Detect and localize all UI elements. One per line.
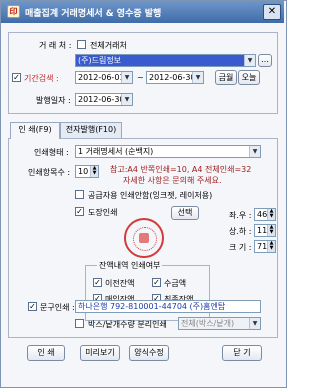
print-button[interactable]: 인 쇄 bbox=[27, 345, 65, 361]
phrase-checkbox[interactable]: ✓ bbox=[28, 302, 37, 311]
copies-field[interactable]: 10 ▲ ▼ bbox=[75, 165, 99, 178]
copies-note-line2: 자세한 사항은 문의해 주세요. bbox=[123, 176, 222, 185]
period-tilde: ~ bbox=[137, 73, 144, 82]
supplier-option-checkbox[interactable] bbox=[75, 190, 84, 199]
phrase-field[interactable]: 하나은행 792-810001-44704 (주)홈엔탑 bbox=[75, 300, 261, 313]
stamp-seal-icon bbox=[139, 233, 149, 243]
phrase-label: 문구인쇄 : bbox=[40, 303, 75, 312]
issue-date-label: 발행일자 : bbox=[36, 96, 71, 105]
close-button[interactable]: 닫 기 bbox=[222, 345, 262, 361]
chevron-down-icon[interactable]: ▼ bbox=[244, 55, 255, 66]
chevron-down-icon[interactable]: ▼ bbox=[121, 72, 132, 83]
copies-note-line1: 참고:A4 반쪽인쇄=10, A4 전체인쇄=32 bbox=[110, 165, 252, 174]
stamp-ud-label: 상.하 : bbox=[229, 227, 252, 236]
supplier-option-label: 공급자용 인쇄안함(잉크젯, 레이저용) bbox=[88, 191, 213, 200]
copies-value: 10 bbox=[78, 167, 89, 176]
period-start-value: 2012-06-01 bbox=[78, 73, 125, 82]
spinner-icon[interactable]: ▲ ▼ bbox=[267, 225, 275, 236]
stamp-size-label: 크 기 : bbox=[229, 243, 252, 252]
issue-date-value: 2012-06-30 bbox=[78, 95, 125, 104]
customer-value: (주)드림정보 bbox=[78, 56, 122, 65]
tab-electronic[interactable]: 전자발행(F10) bbox=[60, 122, 122, 138]
print-form-value: 1 거래명세서 (순백지) bbox=[78, 147, 154, 156]
form-edit-button[interactable]: 양식수정 bbox=[129, 345, 169, 361]
preview-button[interactable]: 미리보기 bbox=[80, 345, 120, 361]
app-icon: 印 bbox=[7, 5, 20, 18]
copies-label: 인쇄항목수 : bbox=[28, 168, 71, 177]
box-option-label: 박스/낱개수량 분리인쇄 bbox=[88, 320, 167, 329]
chevron-down-icon[interactable]: ▼ bbox=[249, 146, 260, 157]
balance-collected-label: 수금액 bbox=[164, 279, 187, 288]
print-form-select[interactable]: 1 거래명세서 (순백지) ▼ bbox=[75, 145, 261, 158]
stamp-lr-field[interactable]: 461 ▲ ▼ bbox=[254, 208, 276, 221]
chevron-down-icon[interactable]: ▼ bbox=[192, 72, 203, 83]
balance-prev-label: 이전잔액 bbox=[105, 279, 135, 288]
stamp-checkbox[interactable]: ✓ bbox=[75, 207, 84, 216]
print-form-label: 인쇄형태 : bbox=[34, 148, 69, 157]
spinner-icon[interactable]: ▲ ▼ bbox=[267, 241, 275, 252]
box-option-select[interactable]: 전체(박스/낱개) ▼ bbox=[178, 317, 261, 330]
tab-print[interactable]: 인 쇄(F9) bbox=[10, 122, 60, 139]
spinner-icon[interactable]: ▲ ▼ bbox=[90, 166, 98, 177]
window-close-button[interactable]: ✕ bbox=[263, 4, 281, 20]
title-bar[interactable]: 印 매출집계 거래명세서 & 영수증 발행 ✕ bbox=[1, 1, 284, 23]
stamp-ud-field[interactable]: 111 ▲ ▼ bbox=[254, 224, 276, 237]
box-option-checkbox[interactable] bbox=[75, 319, 84, 328]
phrase-value: 하나은행 792-810001-44704 (주)홈엔탑 bbox=[78, 302, 226, 311]
customer-browse-button[interactable]: … bbox=[258, 54, 272, 67]
balance-legend: 잔액내역 인쇄여부 bbox=[97, 260, 163, 271]
customer-label: 거 래 처 : bbox=[39, 41, 72, 50]
period-end-field[interactable]: 2012-06-30 ▼ bbox=[146, 71, 204, 84]
window-title: 매출집계 거래명세서 & 영수증 발행 bbox=[25, 9, 162, 19]
today-button[interactable]: 오늘 bbox=[238, 70, 260, 85]
issue-date-field[interactable]: 2012-06-30 ▼ bbox=[75, 93, 133, 106]
stamp-size-value: 71 bbox=[257, 242, 268, 251]
period-end-value: 2012-06-30 bbox=[149, 73, 196, 82]
customer-select[interactable]: (주)드림정보 ▼ bbox=[75, 54, 256, 67]
stamp-lr-label: 좌.우 : bbox=[229, 211, 252, 220]
stamp-label: 도장인쇄 bbox=[88, 208, 118, 217]
all-customers-label: 전체거래처 bbox=[90, 41, 127, 50]
stamp-image bbox=[124, 218, 164, 258]
balance-collected-checkbox[interactable]: ✓ bbox=[152, 278, 161, 287]
stamp-size-field[interactable]: 71 ▲ ▼ bbox=[254, 240, 276, 253]
box-option-value: 전체(박스/낱개) bbox=[181, 319, 235, 328]
this-month-button[interactable]: 금월 bbox=[215, 70, 237, 85]
chevron-down-icon[interactable]: ▼ bbox=[121, 94, 132, 105]
period-label: 기간검색 : bbox=[24, 74, 59, 83]
stamp-select-button[interactable]: 선택 bbox=[171, 206, 199, 220]
period-checkbox[interactable]: ✓ bbox=[12, 73, 21, 82]
all-customers-checkbox[interactable] bbox=[77, 40, 86, 49]
spinner-icon[interactable]: ▲ ▼ bbox=[267, 209, 275, 220]
balance-prev-checkbox[interactable]: ✓ bbox=[93, 278, 102, 287]
period-start-field[interactable]: 2012-06-01 ▼ bbox=[75, 71, 133, 84]
chevron-down-icon[interactable]: ▼ bbox=[249, 318, 260, 329]
